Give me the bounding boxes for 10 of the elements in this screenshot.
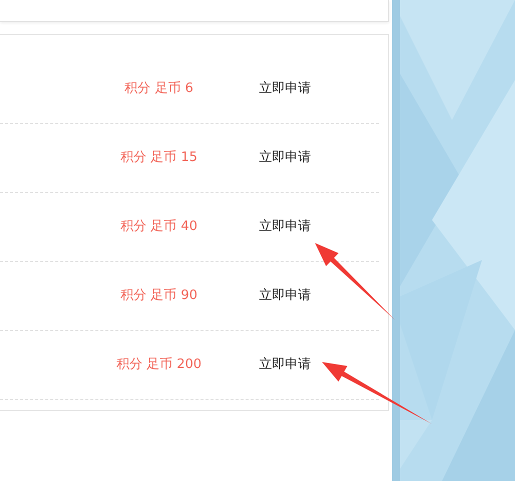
price-label: 积分 足币 200 — [116, 356, 202, 374]
price-label: 积分 足币 90 — [120, 287, 198, 306]
apply-link[interactable]: 立即申请 — [259, 148, 311, 168]
apply-link[interactable]: 立即申请 — [259, 286, 311, 306]
price-label: 积分 足币 40 — [120, 218, 198, 236]
apply-link[interactable]: 立即申请 — [259, 217, 311, 237]
apply-link[interactable]: 立即申请 — [259, 355, 311, 375]
apply-link[interactable]: 立即申请 — [259, 79, 311, 99]
price-label: 积分 足币 6 — [124, 80, 194, 98]
price-label: 积分 足币 15 — [120, 149, 198, 168]
